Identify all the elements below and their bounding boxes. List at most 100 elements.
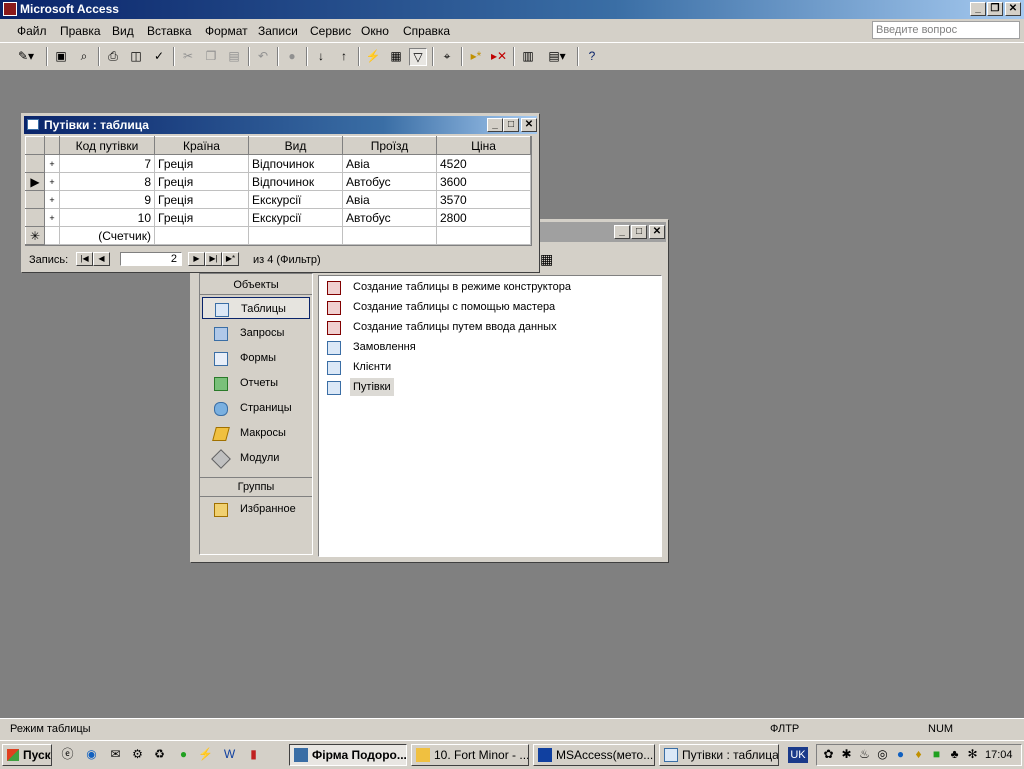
- outlook-icon[interactable]: ✉: [108, 747, 123, 762]
- db-maximize-button[interactable]: □: [631, 225, 647, 239]
- cell-transport[interactable]: Авіа: [342, 190, 437, 209]
- cell-code[interactable]: 7: [59, 154, 155, 173]
- winrar-icon[interactable]: ▮: [246, 747, 261, 762]
- db-close-button[interactable]: ✕: [649, 225, 665, 239]
- table-maximize-button[interactable]: □: [503, 118, 519, 132]
- select-all-cell[interactable]: [25, 136, 45, 155]
- tray-app-icon[interactable]: ♣: [947, 747, 962, 762]
- tray-app-icon[interactable]: ◎: [875, 747, 890, 762]
- cell-code[interactable]: 8: [59, 172, 155, 191]
- print-icon[interactable]: ⎙: [105, 48, 121, 64]
- column-header[interactable]: Країна: [154, 136, 249, 155]
- column-header[interactable]: Ціна: [436, 136, 531, 155]
- first-record-button[interactable]: |◀: [76, 252, 93, 266]
- copy-icon[interactable]: ❐: [203, 48, 219, 64]
- hyperlink-icon[interactable]: ●: [284, 48, 300, 64]
- browser-icon[interactable]: ◉: [84, 747, 99, 762]
- object-tables[interactable]: Таблицы: [202, 297, 310, 319]
- new-record-button[interactable]: ▶*: [222, 252, 239, 266]
- cell-country[interactable]: Греція: [154, 172, 249, 191]
- file-search-icon[interactable]: ⌕: [76, 48, 92, 64]
- cell-type[interactable]: [248, 226, 343, 245]
- current-record-arrow-icon[interactable]: ▶: [25, 172, 45, 191]
- ie-icon[interactable]: ⓔ: [60, 747, 75, 762]
- tray-app-icon[interactable]: ■: [929, 747, 944, 762]
- new-object-icon[interactable]: ▤▾: [543, 48, 571, 64]
- cell-country[interactable]: Греція: [154, 208, 249, 227]
- tray-app-icon[interactable]: ♦: [911, 747, 926, 762]
- apply-filter-icon[interactable]: ▽: [409, 48, 427, 66]
- filter-by-form-icon[interactable]: ▦: [388, 48, 404, 64]
- db-minimize-button[interactable]: _: [614, 225, 630, 239]
- previous-record-button[interactable]: ◀: [93, 252, 110, 266]
- object-reports[interactable]: Отчеты: [202, 372, 310, 394]
- clock[interactable]: 17:04: [985, 749, 1013, 761]
- cell-type[interactable]: Відпочинок: [248, 172, 343, 191]
- tray-app-icon[interactable]: ✱: [839, 747, 854, 762]
- view-mode-icon[interactable]: ✎▾: [12, 48, 40, 64]
- cell-country[interactable]: Греція: [154, 154, 249, 173]
- task-word-doc[interactable]: MSAccess(мето...: [533, 744, 655, 766]
- database-window-icon[interactable]: ▥: [520, 48, 536, 64]
- tray-bug-icon[interactable]: ✻: [965, 747, 980, 762]
- new-record-star-icon[interactable]: ✳: [25, 226, 45, 245]
- cell-price[interactable]: 2800: [436, 208, 531, 227]
- tray-globe-icon[interactable]: ●: [893, 747, 908, 762]
- object-forms[interactable]: Формы: [202, 347, 310, 369]
- help-icon[interactable]: ?: [584, 48, 600, 64]
- record-selector[interactable]: [25, 208, 45, 227]
- object-macros[interactable]: Макросы: [202, 422, 310, 444]
- menu-window[interactable]: Окно: [361, 24, 389, 38]
- groups-header[interactable]: Группы: [200, 477, 312, 497]
- restore-button[interactable]: ❐: [987, 2, 1003, 16]
- cell-country[interactable]: Греція: [154, 190, 249, 209]
- details-view-icon[interactable]: ▦: [540, 251, 553, 268]
- menu-help[interactable]: Справка: [403, 24, 450, 38]
- language-indicator[interactable]: UK: [788, 747, 808, 763]
- minimize-button[interactable]: _: [970, 2, 986, 16]
- new-record-icon[interactable]: ▸*: [468, 48, 484, 64]
- column-header[interactable]: Код путівки: [59, 136, 155, 155]
- object-pages[interactable]: Страницы: [202, 397, 310, 419]
- menu-format[interactable]: Формат: [205, 24, 248, 38]
- word-icon[interactable]: W: [222, 747, 237, 762]
- group-favorites[interactable]: Избранное: [202, 498, 310, 520]
- cell-price[interactable]: [436, 226, 531, 245]
- cell-transport[interactable]: [342, 226, 437, 245]
- ask-question-input[interactable]: Введите вопрос: [872, 21, 1020, 39]
- save-icon[interactable]: ▣: [53, 48, 69, 64]
- cell-price[interactable]: 4520: [436, 154, 531, 173]
- expand-plus-icon[interactable]: +: [44, 190, 60, 209]
- cell-code[interactable]: 9: [59, 190, 155, 209]
- record-number-input[interactable]: 2: [120, 252, 182, 266]
- expand-plus-icon[interactable]: +: [44, 154, 60, 173]
- cell-type[interactable]: Екскурсії: [248, 208, 343, 227]
- record-selector[interactable]: [25, 190, 45, 209]
- expand-plus-icon[interactable]: +: [44, 208, 60, 227]
- menu-file[interactable]: Файл: [17, 24, 47, 38]
- cell-transport[interactable]: Авіа: [342, 154, 437, 173]
- sort-ascending-icon[interactable]: ↓: [313, 48, 329, 64]
- last-record-button[interactable]: ▶|: [205, 252, 222, 266]
- menu-edit[interactable]: Правка: [60, 24, 101, 38]
- sort-descending-icon[interactable]: ↑: [336, 48, 352, 64]
- cell-code[interactable]: 10: [59, 208, 155, 227]
- tray-app-icon[interactable]: ♨: [857, 747, 872, 762]
- cell-type[interactable]: Відпочинок: [248, 154, 343, 173]
- table-minimize-button[interactable]: _: [487, 118, 503, 132]
- winamp-icon[interactable]: ⚡: [198, 747, 213, 762]
- cell-transport[interactable]: Автобус: [342, 172, 437, 191]
- delete-record-icon[interactable]: ▸✕: [491, 48, 507, 64]
- menu-records[interactable]: Записи: [258, 24, 298, 38]
- table-close-button[interactable]: ✕: [521, 118, 537, 132]
- cell-country[interactable]: [154, 226, 249, 245]
- globe-icon[interactable]: ●: [176, 747, 191, 762]
- start-button[interactable]: Пуск: [2, 744, 52, 766]
- cell-price[interactable]: 3600: [436, 172, 531, 191]
- next-record-button[interactable]: ▶: [188, 252, 205, 266]
- app-icon[interactable]: ⚙: [130, 747, 145, 762]
- object-queries[interactable]: Запросы: [202, 322, 310, 344]
- menu-view[interactable]: Вид: [112, 24, 134, 38]
- cell-type[interactable]: Екскурсії: [248, 190, 343, 209]
- filter-by-selection-icon[interactable]: ⚡: [365, 48, 381, 64]
